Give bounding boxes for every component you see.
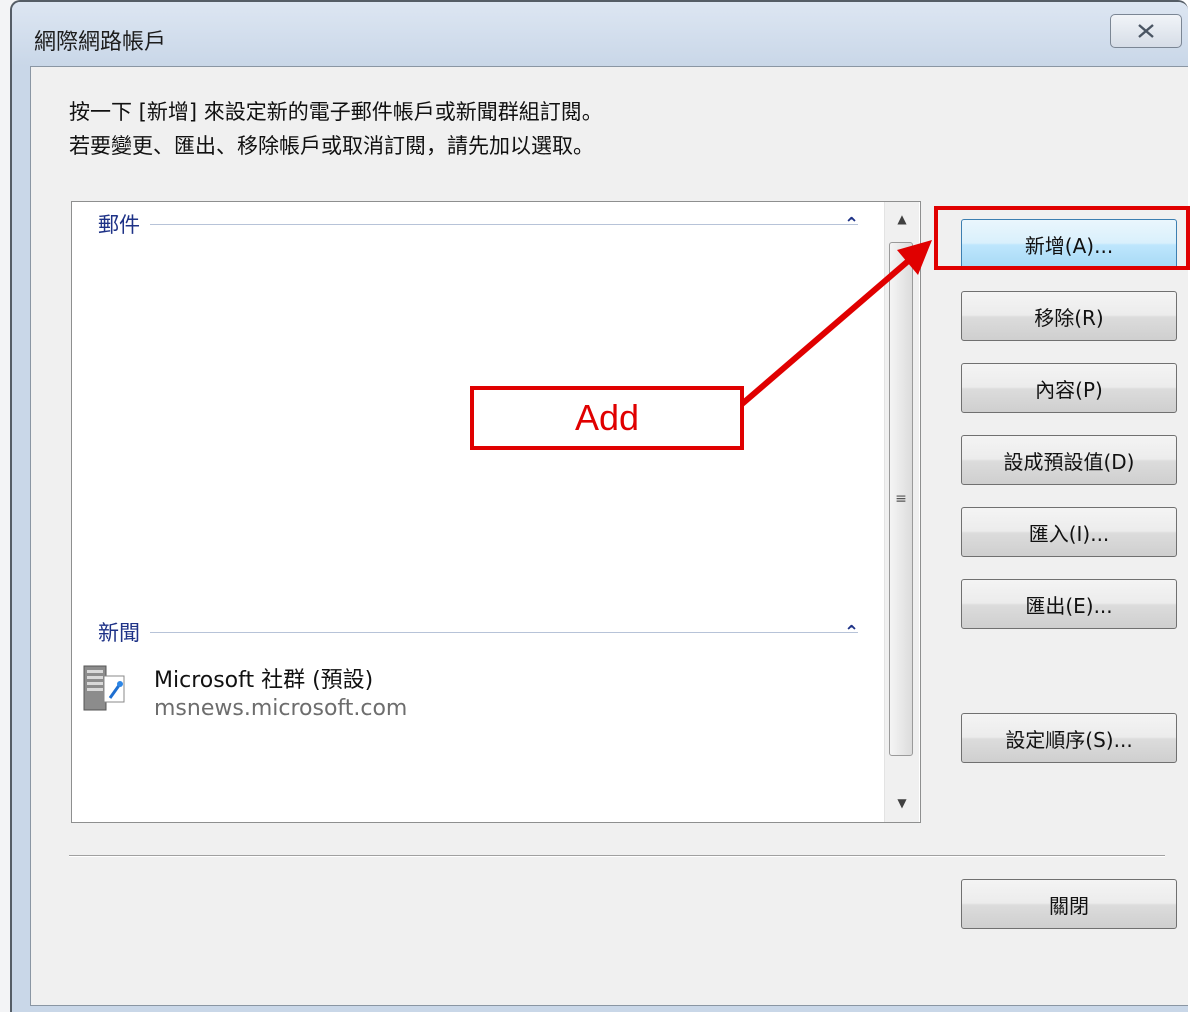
annotation-arrow-icon (740, 240, 932, 407)
